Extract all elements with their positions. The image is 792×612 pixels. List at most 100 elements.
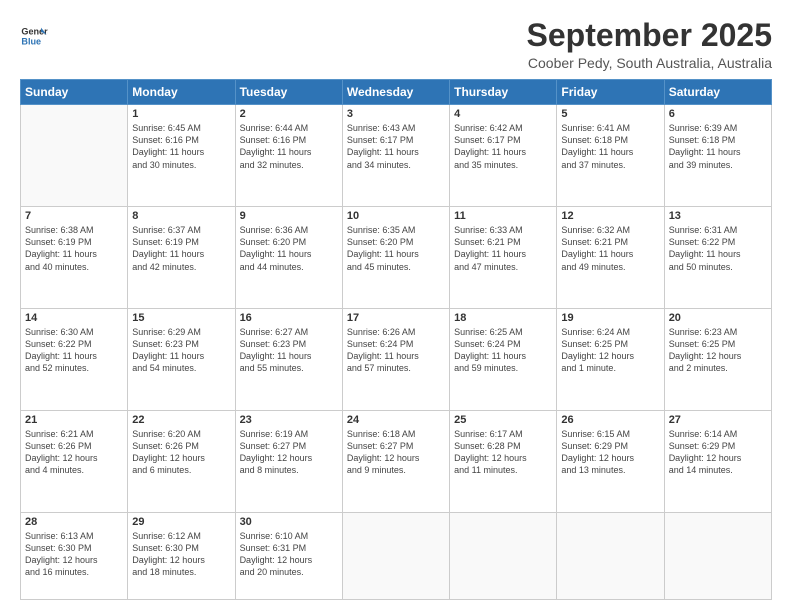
col-saturday: Saturday — [664, 80, 771, 105]
cell-info: Sunrise: 6:35 AM Sunset: 6:20 PM Dayligh… — [347, 224, 445, 273]
table-row: 12 Sunrise: 6:32 AM Sunset: 6:21 PM Dayli… — [557, 207, 664, 309]
col-tuesday: Tuesday — [235, 80, 342, 105]
table-row: 19 Sunrise: 6:24 AM Sunset: 6:25 PM Dayli… — [557, 309, 664, 411]
calendar-header-row: Sunday Monday Tuesday Wednesday Thursday… — [21, 80, 772, 105]
cell-date-number: 25 — [454, 414, 552, 426]
cell-info: Sunrise: 6:27 AM Sunset: 6:23 PM Dayligh… — [240, 326, 338, 375]
cell-info: Sunrise: 6:32 AM Sunset: 6:21 PM Dayligh… — [561, 224, 659, 273]
col-wednesday: Wednesday — [342, 80, 449, 105]
cell-info: Sunrise: 6:18 AM Sunset: 6:27 PM Dayligh… — [347, 428, 445, 477]
cell-date-number: 4 — [454, 108, 552, 120]
table-row — [342, 512, 449, 599]
logo: General Blue — [20, 22, 50, 50]
cell-info: Sunrise: 6:24 AM Sunset: 6:25 PM Dayligh… — [561, 326, 659, 375]
cell-info: Sunrise: 6:25 AM Sunset: 6:24 PM Dayligh… — [454, 326, 552, 375]
cell-date-number: 8 — [132, 210, 230, 222]
cell-info: Sunrise: 6:21 AM Sunset: 6:26 PM Dayligh… — [25, 428, 123, 477]
cell-info: Sunrise: 6:23 AM Sunset: 6:25 PM Dayligh… — [669, 326, 767, 375]
page: General Blue September 2025 Coober Pedy,… — [0, 0, 792, 612]
cell-info: Sunrise: 6:14 AM Sunset: 6:29 PM Dayligh… — [669, 428, 767, 477]
cell-date-number: 16 — [240, 312, 338, 324]
table-row — [450, 512, 557, 599]
table-row: 13 Sunrise: 6:31 AM Sunset: 6:22 PM Dayli… — [664, 207, 771, 309]
cell-date-number: 20 — [669, 312, 767, 324]
cell-date-number: 11 — [454, 210, 552, 222]
cell-date-number: 9 — [240, 210, 338, 222]
cell-info: Sunrise: 6:31 AM Sunset: 6:22 PM Dayligh… — [669, 224, 767, 273]
cell-info: Sunrise: 6:20 AM Sunset: 6:26 PM Dayligh… — [132, 428, 230, 477]
logo-icon: General Blue — [20, 22, 48, 50]
subtitle: Coober Pedy, South Australia, Australia — [527, 55, 772, 71]
table-row: 10 Sunrise: 6:35 AM Sunset: 6:20 PM Dayli… — [342, 207, 449, 309]
table-row: 18 Sunrise: 6:25 AM Sunset: 6:24 PM Dayli… — [450, 309, 557, 411]
table-row: 27 Sunrise: 6:14 AM Sunset: 6:29 PM Dayli… — [664, 411, 771, 513]
cell-date-number: 23 — [240, 414, 338, 426]
cell-date-number: 5 — [561, 108, 659, 120]
table-row: 25 Sunrise: 6:17 AM Sunset: 6:28 PM Dayli… — [450, 411, 557, 513]
cell-info: Sunrise: 6:38 AM Sunset: 6:19 PM Dayligh… — [25, 224, 123, 273]
cell-info: Sunrise: 6:10 AM Sunset: 6:31 PM Dayligh… — [240, 530, 338, 579]
table-row — [664, 512, 771, 599]
cell-info: Sunrise: 6:15 AM Sunset: 6:29 PM Dayligh… — [561, 428, 659, 477]
table-row: 1 Sunrise: 6:45 AM Sunset: 6:16 PM Daylig… — [128, 105, 235, 207]
cell-date-number: 18 — [454, 312, 552, 324]
cell-info: Sunrise: 6:44 AM Sunset: 6:16 PM Dayligh… — [240, 122, 338, 171]
table-row: 6 Sunrise: 6:39 AM Sunset: 6:18 PM Daylig… — [664, 105, 771, 207]
svg-text:Blue: Blue — [21, 36, 41, 46]
table-row: 14Sunrise: 6:30 AM Sunset: 6:22 PM Dayli… — [21, 309, 128, 411]
table-row: 30 Sunrise: 6:10 AM Sunset: 6:31 PM Dayli… — [235, 512, 342, 599]
cell-info: Sunrise: 6:13 AM Sunset: 6:30 PM Dayligh… — [25, 530, 123, 579]
table-row: 20 Sunrise: 6:23 AM Sunset: 6:25 PM Dayli… — [664, 309, 771, 411]
cell-info: Sunrise: 6:37 AM Sunset: 6:19 PM Dayligh… — [132, 224, 230, 273]
cell-info: Sunrise: 6:39 AM Sunset: 6:18 PM Dayligh… — [669, 122, 767, 171]
cell-date-number: 28 — [25, 516, 123, 528]
table-row: 17 Sunrise: 6:26 AM Sunset: 6:24 PM Dayli… — [342, 309, 449, 411]
table-row — [557, 512, 664, 599]
table-row: 22Sunrise: 6:20 AM Sunset: 6:26 PM Dayli… — [128, 411, 235, 513]
table-row — [21, 105, 128, 207]
table-row: 5 Sunrise: 6:41 AM Sunset: 6:18 PM Daylig… — [557, 105, 664, 207]
cell-date-number: 15 — [132, 312, 230, 324]
table-row: 28 Sunrise: 6:13 AM Sunset: 6:30 PM Dayli… — [21, 512, 128, 599]
table-row: 24 Sunrise: 6:18 AM Sunset: 6:27 PM Dayli… — [342, 411, 449, 513]
col-monday: Monday — [128, 80, 235, 105]
cell-date-number: 2 — [240, 108, 338, 120]
table-row: 29 Sunrise: 6:12 AM Sunset: 6:30 PM Dayli… — [128, 512, 235, 599]
cell-info: Sunrise: 6:45 AM Sunset: 6:16 PM Dayligh… — [132, 122, 230, 171]
header: General Blue September 2025 Coober Pedy,… — [20, 18, 772, 71]
cell-date-number: 14 — [25, 312, 123, 324]
cell-info: Sunrise: 6:42 AM Sunset: 6:17 PM Dayligh… — [454, 122, 552, 171]
cell-date-number: 1 — [132, 108, 230, 120]
main-title: September 2025 — [527, 18, 772, 53]
cell-date-number: 24 — [347, 414, 445, 426]
cell-date-number: 17 — [347, 312, 445, 324]
cell-date-number: 30 — [240, 516, 338, 528]
table-row: 21Sunrise: 6:21 AM Sunset: 6:26 PM Dayli… — [21, 411, 128, 513]
cell-date-number: 13 — [669, 210, 767, 222]
cell-info: Sunrise: 6:12 AM Sunset: 6:30 PM Dayligh… — [132, 530, 230, 579]
table-row: 2 Sunrise: 6:44 AM Sunset: 6:16 PM Daylig… — [235, 105, 342, 207]
cell-info: Sunrise: 6:36 AM Sunset: 6:20 PM Dayligh… — [240, 224, 338, 273]
cell-info: Sunrise: 6:17 AM Sunset: 6:28 PM Dayligh… — [454, 428, 552, 477]
table-row: 15Sunrise: 6:29 AM Sunset: 6:23 PM Dayli… — [128, 309, 235, 411]
cell-date-number: 12 — [561, 210, 659, 222]
cell-info: Sunrise: 6:26 AM Sunset: 6:24 PM Dayligh… — [347, 326, 445, 375]
cell-date-number: 19 — [561, 312, 659, 324]
table-row: 23 Sunrise: 6:19 AM Sunset: 6:27 PM Dayli… — [235, 411, 342, 513]
table-row: 7 Sunrise: 6:38 AM Sunset: 6:19 PM Daylig… — [21, 207, 128, 309]
table-row: 4 Sunrise: 6:42 AM Sunset: 6:17 PM Daylig… — [450, 105, 557, 207]
cell-info: Sunrise: 6:43 AM Sunset: 6:17 PM Dayligh… — [347, 122, 445, 171]
table-row: 9 Sunrise: 6:36 AM Sunset: 6:20 PM Daylig… — [235, 207, 342, 309]
cell-info: Sunrise: 6:41 AM Sunset: 6:18 PM Dayligh… — [561, 122, 659, 171]
cell-date-number: 7 — [25, 210, 123, 222]
table-row: 8 Sunrise: 6:37 AM Sunset: 6:19 PM Daylig… — [128, 207, 235, 309]
cell-date-number: 10 — [347, 210, 445, 222]
cell-info: Sunrise: 6:19 AM Sunset: 6:27 PM Dayligh… — [240, 428, 338, 477]
table-row: 26Sunrise: 6:15 AM Sunset: 6:29 PM Dayli… — [557, 411, 664, 513]
cell-date-number: 6 — [669, 108, 767, 120]
cell-date-number: 29 — [132, 516, 230, 528]
table-row: 16 Sunrise: 6:27 AM Sunset: 6:23 PM Dayli… — [235, 309, 342, 411]
cell-date-number: 27 — [669, 414, 767, 426]
col-sunday: Sunday — [21, 80, 128, 105]
table-row: 11Sunrise: 6:33 AM Sunset: 6:21 PM Dayli… — [450, 207, 557, 309]
